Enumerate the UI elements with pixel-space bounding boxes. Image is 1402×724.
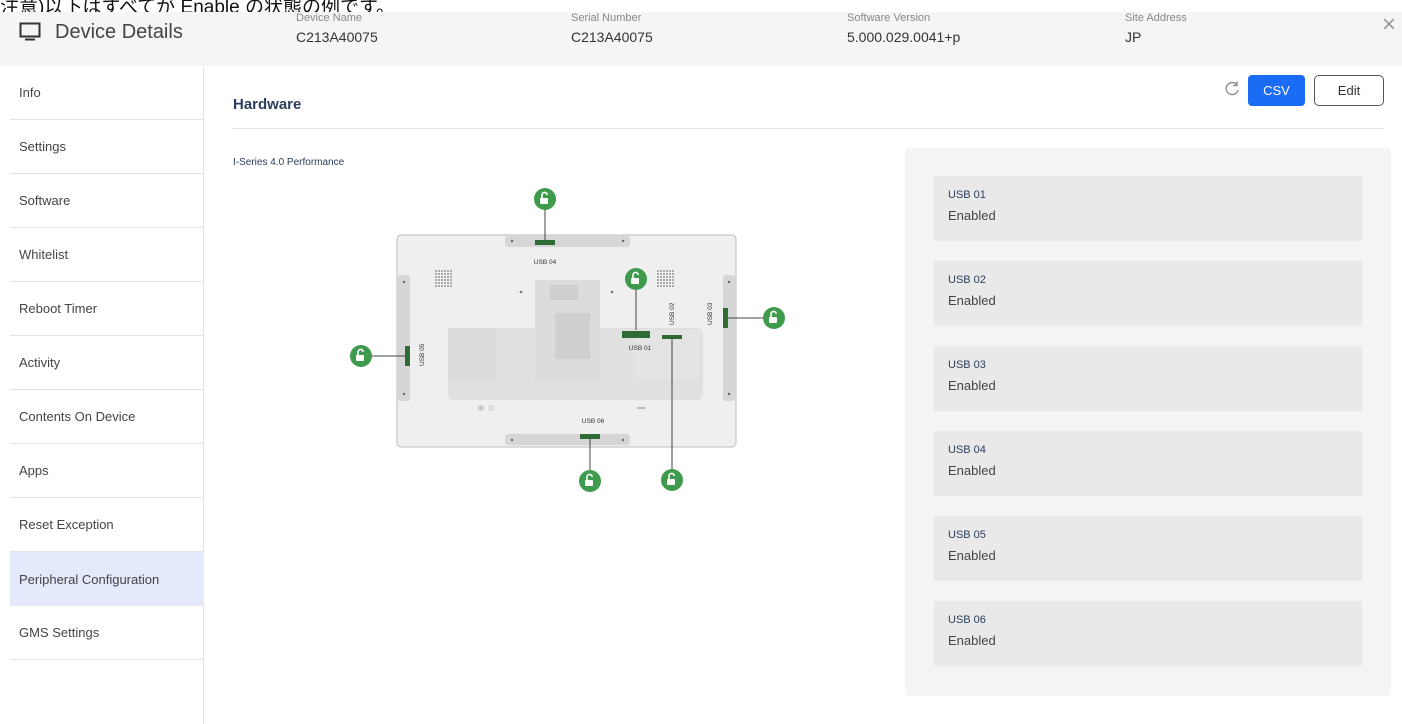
sidebar-item-activity[interactable]: Activity — [10, 336, 204, 390]
usb-01-status: Enabled — [948, 208, 996, 223]
site-address-label: Site Address — [1125, 12, 1187, 24]
site-address-value: JP — [1125, 29, 1142, 45]
software-version-label: Software Version — [847, 12, 931, 24]
usb-01-port — [622, 331, 650, 338]
sidebar-item-peripheral-configuration[interactable]: Peripheral Configuration — [10, 552, 204, 606]
usb-01-name: USB 01 — [948, 189, 986, 201]
sidebar-item-gms-settings[interactable]: GMS Settings — [10, 606, 204, 660]
usb-04-port — [535, 240, 555, 245]
device-title-label: Device Details — [55, 20, 183, 43]
usb-04-status: Enabled — [948, 463, 996, 478]
usb-05-diagram-label: USB 05 — [419, 343, 426, 366]
sidebar-item-software[interactable]: Software — [10, 174, 204, 228]
usb-03-name: USB 03 — [948, 359, 986, 371]
sidebar-item-contents-on-device[interactable]: Contents On Device — [10, 390, 204, 444]
top-note: 注意)以下はすべてが Enable の状態の例です。 — [0, 0, 396, 12]
right-bezel — [723, 275, 735, 401]
sidebar-item-apps[interactable]: Apps — [10, 444, 204, 498]
usb-02-name: USB 02 — [948, 274, 986, 286]
serial-number-label: Serial Number — [571, 12, 642, 24]
usb-04-lock-icon[interactable] — [533, 187, 557, 211]
device-name-value: C213A40075 — [296, 29, 378, 45]
device-model-name: I-Series 4.0 Performance — [233, 157, 345, 168]
usb-05-port — [405, 346, 410, 366]
usb-02-lock-icon[interactable] — [660, 468, 684, 492]
usb-06-name: USB 06 — [948, 614, 986, 626]
usb-02-status: Enabled — [948, 293, 996, 308]
device-title: Device Details — [19, 18, 183, 46]
usb-01-diagram-label: USB 01 — [629, 345, 652, 352]
serial-number-value: C213A40075 — [571, 29, 653, 45]
usb-02-card[interactable]: USB 02 Enabled — [934, 261, 1362, 326]
device-name-field: Device Name C213A40075 — [296, 11, 378, 45]
usb-status-panel: USB 01 Enabled USB 02 Enabled USB 03 Ena… — [905, 148, 1391, 696]
usb-04-diagram-label: USB 04 — [534, 259, 557, 266]
sidebar-item-reboot-timer[interactable]: Reboot Timer — [10, 282, 204, 336]
usb-04-name: USB 04 — [948, 444, 986, 456]
bottom-bezel — [505, 434, 630, 445]
software-version-value: 5.000.029.0041+p — [847, 29, 961, 45]
usb-03-diagram-label: USB 03 — [707, 302, 714, 325]
usb-06-lock-icon[interactable] — [578, 469, 602, 493]
usb-02-diagram-label: USB 02 — [669, 302, 676, 325]
usb-01-card[interactable]: USB 01 Enabled — [934, 176, 1362, 241]
sidebar-item-settings[interactable]: Settings — [10, 120, 204, 174]
sidebar: Info Settings Software Whitelist Reboot … — [0, 66, 204, 724]
usb-05-name: USB 05 — [948, 529, 986, 541]
page-title: Hardware — [233, 96, 302, 113]
edit-button[interactable]: Edit — [1314, 75, 1384, 106]
usb-01-lock-icon[interactable] — [624, 267, 648, 291]
usb-06-status: Enabled — [948, 633, 996, 648]
usb-04-card[interactable]: USB 04 Enabled — [934, 431, 1362, 496]
site-address-field: Site Address JP — [1125, 11, 1187, 45]
refresh-icon[interactable] — [1222, 79, 1242, 99]
usb-03-port — [723, 308, 728, 328]
sidebar-item-whitelist[interactable]: Whitelist — [10, 228, 204, 282]
close-icon[interactable]: × — [1382, 13, 1396, 37]
software-version-field: Software Version 5.000.029.0041+p — [847, 11, 960, 45]
left-bezel — [398, 275, 410, 401]
device-header: Device Details Device Name C213A40075 Se… — [0, 12, 1402, 66]
usb-03-card[interactable]: USB 03 Enabled — [934, 346, 1362, 411]
usb-03-lock-icon[interactable] — [762, 306, 786, 330]
usb-06-card[interactable]: USB 06 Enabled — [934, 601, 1362, 666]
usb-06-diagram-label: USB 06 — [582, 418, 605, 425]
sidebar-item-info[interactable]: Info — [10, 66, 204, 120]
sidebar-item-reset-exception[interactable]: Reset Exception — [10, 498, 204, 552]
usb-05-card[interactable]: USB 05 Enabled — [934, 516, 1362, 581]
csv-button[interactable]: CSV — [1248, 75, 1305, 106]
usb-05-lock-icon[interactable] — [349, 344, 373, 368]
usb-03-status: Enabled — [948, 378, 996, 393]
device-diagram: USB 04 USB 01 USB 02 USB 03 USB 05 USB 0… — [349, 187, 786, 493]
top-bezel — [505, 236, 630, 247]
usb-05-status: Enabled — [948, 548, 996, 563]
monitor-icon — [19, 22, 41, 41]
serial-number-field: Serial Number C213A40075 — [571, 11, 653, 45]
device-name-label: Device Name — [296, 12, 363, 24]
usb-06-port — [580, 434, 600, 439]
title-divider — [233, 128, 1384, 129]
